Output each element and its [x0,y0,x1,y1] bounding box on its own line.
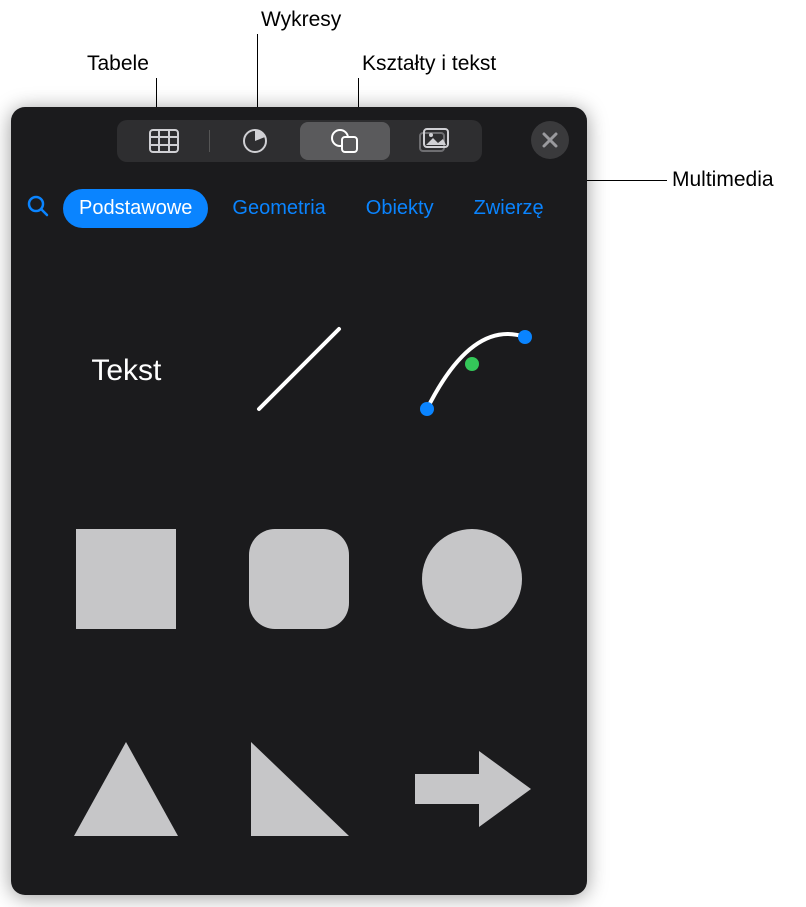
chip-animals[interactable]: Zwierzę [458,189,560,228]
shape-text[interactable]: Tekst [45,271,208,471]
search-button[interactable] [21,194,55,223]
shape-triangle[interactable] [45,691,208,891]
shape-curve[interactable] [390,271,553,471]
insert-popover: Podstawowe Geometria Obiekty Zwierzę Tek… [11,107,587,895]
shapes-grid: Tekst [11,233,587,891]
line-icon [239,309,359,434]
callout-media: Multimedia [672,168,774,192]
tab-tables[interactable] [119,122,209,160]
shape-arrow[interactable] [390,691,553,891]
right-triangle-icon [241,734,356,849]
table-icon [149,129,179,153]
pie-chart-icon [242,128,268,154]
tab-charts[interactable] [210,122,300,160]
category-chip-row: Podstawowe Geometria Obiekty Zwierzę [11,169,587,233]
chip-objects[interactable]: Obiekty [350,189,450,228]
media-icon [419,128,451,154]
tab-shapes-text[interactable] [300,122,390,160]
callout-tables: Tabele [87,52,149,76]
chip-geometry[interactable]: Geometria [216,189,341,228]
arrow-right-icon [407,739,537,844]
square-icon [71,524,181,639]
text-label: Tekst [91,354,161,388]
tab-media[interactable] [390,122,480,160]
shape-circle[interactable] [390,481,553,681]
callout-shapes-text: Kształty i tekst [362,52,496,76]
close-button[interactable] [531,121,569,159]
shape-rounded-square[interactable] [218,481,381,681]
curve-icon [407,309,537,434]
shapes-icon [330,128,360,154]
circle-icon [417,524,527,639]
shape-square[interactable] [45,481,208,681]
close-icon [542,132,558,148]
rounded-square-icon [244,524,354,639]
triangle-icon [66,734,186,849]
search-icon [26,194,50,223]
shape-line[interactable] [218,271,381,471]
insert-toolbar [11,107,587,169]
chip-basic[interactable]: Podstawowe [63,189,208,228]
callout-charts: Wykresy [261,8,341,32]
insert-segmented-control [117,120,482,162]
shape-right-triangle[interactable] [218,691,381,891]
